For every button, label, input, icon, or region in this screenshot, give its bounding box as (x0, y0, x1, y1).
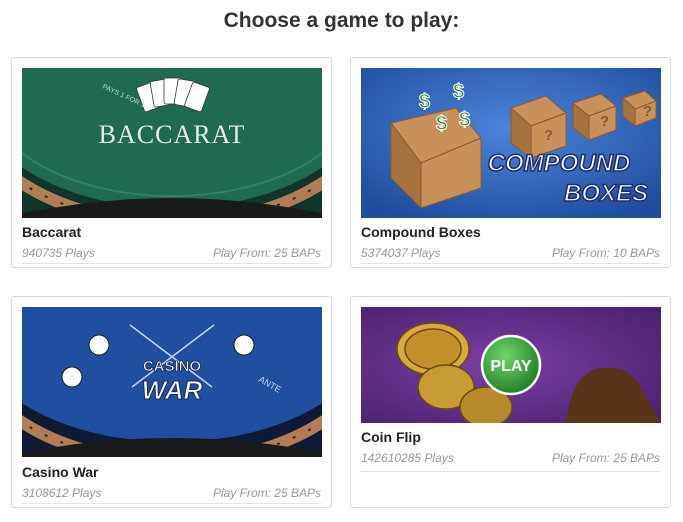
divider (361, 471, 660, 472)
divider (22, 263, 321, 264)
play-price: Play From: 25 BAPs (212, 486, 321, 500)
divider (361, 263, 660, 264)
game-card-baccarat[interactable]: BACCARAT PAYS 1 FOR 1 Baccarat 940735 Pl… (11, 57, 332, 268)
game-title[interactable]: Coin Flip (361, 429, 421, 445)
page-title: Choose a game to play: (223, 9, 460, 32)
baccarat-art-text: BACCARAT (99, 120, 246, 149)
baccarat-thumbnail[interactable]: BACCARAT PAYS 1 FOR 1 (22, 68, 322, 218)
play-price: Play From: 25 BAPs (551, 451, 660, 465)
war-art-line1: CASINO (143, 358, 202, 375)
game-card-coin-flip[interactable]: PLAY Coin Flip 142610285 Plays Play From… (350, 296, 671, 508)
play-button-label: PLAY (490, 358, 532, 375)
game-card-casino-war[interactable]: CASINO WAR ANTE Casino War 3108612 Plays… (11, 296, 332, 508)
play-price: Play From: 25 BAPs (212, 246, 321, 260)
play-count: 142610285 Plays (361, 451, 454, 465)
war-art-line2: WAR (142, 375, 203, 405)
play-count: 3108612 Plays (22, 486, 102, 500)
compound-art-line1: COMPOUND (488, 150, 631, 177)
svg-text:?: ? (544, 127, 553, 144)
casino-war-thumbnail[interactable]: CASINO WAR ANTE (22, 307, 322, 457)
svg-text:$: $ (453, 81, 464, 103)
game-card-compound-boxes[interactable]: $ $ $ $ ? ? ? COMPOUND BOXES Compound Bo… (350, 57, 671, 268)
compound-art-line2: BOXES (564, 180, 648, 207)
svg-text:?: ? (643, 103, 652, 120)
compound-boxes-thumbnail[interactable]: $ $ $ $ ? ? ? COMPOUND BOXES (361, 68, 661, 218)
play-count: 940735 Plays (22, 246, 95, 260)
game-title[interactable]: Casino War (22, 464, 99, 480)
play-price: Play From: 10 BAPs (551, 246, 660, 260)
svg-text:$: $ (436, 113, 447, 135)
svg-text:$: $ (419, 91, 430, 113)
svg-text:?: ? (600, 113, 609, 130)
game-title[interactable]: Baccarat (22, 224, 81, 240)
game-title[interactable]: Compound Boxes (361, 224, 481, 240)
svg-text:$: $ (459, 109, 470, 131)
coin-flip-thumbnail[interactable]: PLAY (361, 307, 661, 423)
play-count: 5374037 Plays (361, 246, 441, 260)
divider (22, 503, 321, 504)
